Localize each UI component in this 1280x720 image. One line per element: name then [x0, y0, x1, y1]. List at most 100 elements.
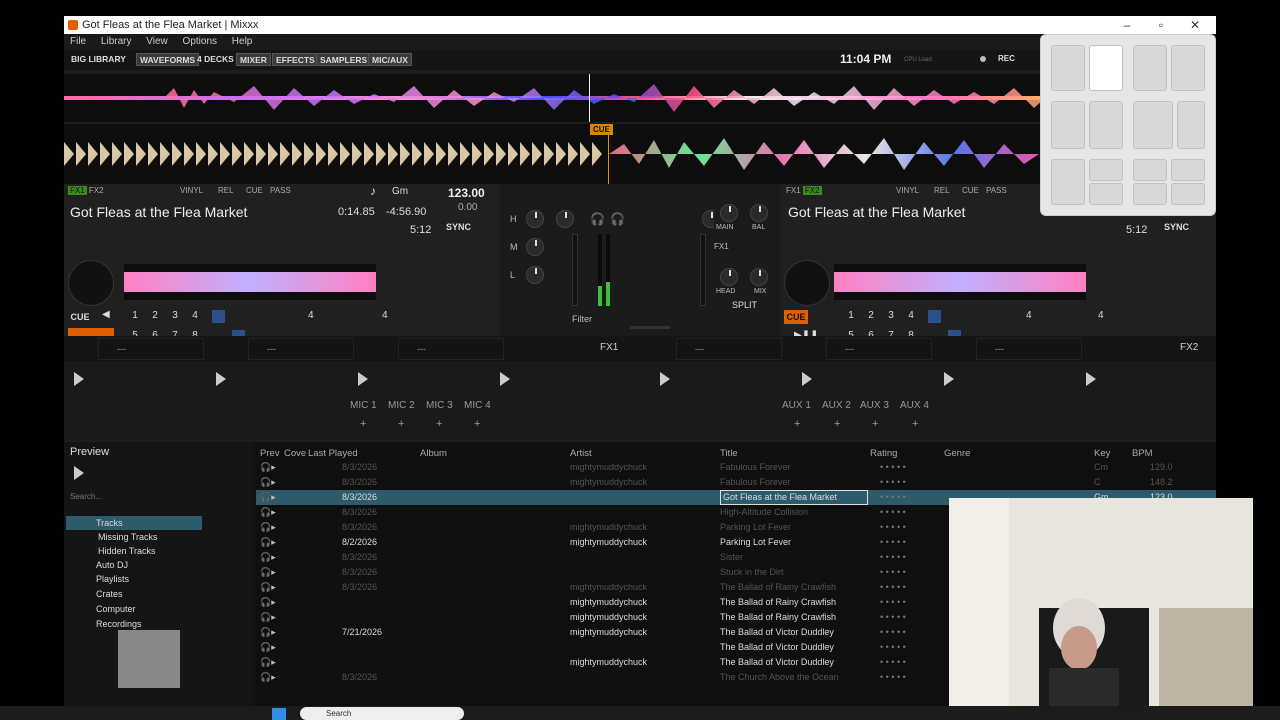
- col-rating[interactable]: Rating: [870, 448, 897, 459]
- tree-tracks[interactable]: Tracks: [96, 518, 123, 528]
- balance-knob[interactable]: [750, 204, 768, 222]
- snap-tile-8[interactable]: [1177, 101, 1205, 149]
- snap-tile-15[interactable]: [1171, 183, 1205, 205]
- fx1-slot2[interactable]: ---: [248, 338, 354, 360]
- snap-tile-4[interactable]: [1171, 45, 1205, 91]
- cell-rating[interactable]: • • • • •: [880, 670, 906, 685]
- cell-rating[interactable]: • • • • •: [880, 520, 906, 535]
- cell-rating[interactable]: • • • • •: [880, 505, 906, 520]
- cell-rating[interactable]: • • • • •: [880, 565, 906, 580]
- deck2-cue-mode-button[interactable]: CUE: [962, 186, 979, 195]
- col-prev[interactable]: Prev: [260, 448, 280, 459]
- preview-headphone-icon[interactable]: 🎧▸: [260, 580, 276, 595]
- snap-tile-3[interactable]: [1133, 45, 1167, 91]
- preview-headphone-icon[interactable]: 🎧▸: [260, 625, 276, 640]
- preview-headphone-icon[interactable]: 🎧▸: [260, 595, 276, 610]
- minimize-button[interactable]: –: [1110, 16, 1144, 34]
- close-button[interactable]: ✕: [1178, 16, 1212, 34]
- deck2-fx1-toggle[interactable]: FX1: [786, 186, 801, 195]
- col-artist[interactable]: Artist: [570, 448, 592, 459]
- col-album[interactable]: Album: [420, 448, 447, 459]
- mixer-toggle[interactable]: MIXER: [236, 53, 271, 66]
- waveforms-toggle[interactable]: WAVEFORMS: [136, 53, 200, 66]
- tree-crates[interactable]: Crates: [96, 589, 123, 599]
- tree-auto-dj[interactable]: Auto DJ: [96, 560, 128, 570]
- deck2-volume-fader[interactable]: [700, 234, 706, 306]
- deck1-hotcue-2[interactable]: 2: [148, 310, 162, 321]
- snap-tile-13[interactable]: [1171, 159, 1205, 181]
- deck1-fx2-toggle[interactable]: FX2: [89, 186, 104, 195]
- sampler6-play-icon[interactable]: [802, 372, 812, 386]
- mic2-add-icon[interactable]: +: [398, 418, 404, 430]
- tree-hidden-tracks[interactable]: Hidden Tracks: [98, 546, 156, 556]
- preview-play-icon[interactable]: [74, 466, 84, 480]
- snap-tile-11[interactable]: [1089, 183, 1123, 205]
- crossfader[interactable]: [630, 326, 670, 329]
- preview-headphone-icon[interactable]: 🎧▸: [260, 670, 276, 685]
- deck1-vinyl-button[interactable]: VINYL: [180, 186, 203, 195]
- main-gain-knob[interactable]: [720, 204, 738, 222]
- table-row[interactable]: 🎧▸ 8/3/2026 mightymuddychuck Fabulous Forev…: [256, 475, 1216, 490]
- preview-headphone-icon[interactable]: 🎧▸: [260, 520, 276, 535]
- preview-headphone-icon[interactable]: 🎧▸: [260, 610, 276, 625]
- deck1-hotcue-3[interactable]: 3: [168, 310, 182, 321]
- deck1-hotcue-1[interactable]: 1: [128, 310, 142, 321]
- preview-headphone-icon[interactable]: 🎧▸: [260, 505, 276, 520]
- sampler4-play-icon[interactable]: [500, 372, 510, 386]
- menu-options[interactable]: Options: [183, 34, 217, 50]
- col-title[interactable]: Title: [720, 448, 738, 459]
- maximize-button[interactable]: ▫: [1144, 16, 1178, 34]
- deck1-pass-button[interactable]: PASS: [270, 186, 291, 195]
- start-icon[interactable]: [272, 708, 286, 720]
- deck1-cue-mode-button[interactable]: CUE: [246, 186, 263, 195]
- mic-aux-toggle[interactable]: MIC/AUX: [368, 53, 412, 66]
- aux3-add-icon[interactable]: +: [872, 418, 878, 430]
- deck2-vinyl-spinner[interactable]: [784, 260, 830, 306]
- col-cover[interactable]: Cove: [284, 448, 306, 459]
- deck1-sync-button[interactable]: SYNC: [446, 222, 471, 232]
- sampler7-play-icon[interactable]: [944, 372, 954, 386]
- mic4-add-icon[interactable]: +: [474, 418, 480, 430]
- preview-headphone-icon[interactable]: 🎧▸: [260, 550, 276, 565]
- preview-headphone-icon[interactable]: 🎧▸: [260, 565, 276, 580]
- fx1-slot1[interactable]: ---: [98, 338, 204, 360]
- deck2-hotcue-2[interactable]: 2: [864, 310, 878, 321]
- deck1-key[interactable]: Gm: [392, 186, 408, 197]
- col-genre[interactable]: Genre: [944, 448, 970, 459]
- cell-rating[interactable]: • • • • •: [880, 460, 906, 475]
- big-library-toggle[interactable]: BIG LIBRARY: [68, 53, 129, 66]
- snap-tile-6[interactable]: [1089, 101, 1123, 149]
- fx2-slot3[interactable]: ---: [976, 338, 1082, 360]
- snap-tile-5[interactable]: [1051, 101, 1085, 149]
- deck2-hotcue-3[interactable]: 3: [884, 310, 898, 321]
- head-gain-knob[interactable]: [720, 268, 738, 286]
- sampler2-play-icon[interactable]: [216, 372, 226, 386]
- deck1-beatjump-size[interactable]: 4: [382, 310, 388, 321]
- deck2-beatjump-size[interactable]: 4: [1098, 310, 1104, 321]
- deck1-fx1-toggle[interactable]: FX1: [68, 186, 87, 195]
- col-key[interactable]: Key: [1094, 448, 1110, 459]
- split-button[interactable]: SPLIT: [732, 300, 757, 310]
- deck2-rel-button[interactable]: REL: [934, 186, 950, 195]
- snap-tile-2[interactable]: [1089, 45, 1123, 91]
- aux1-add-icon[interactable]: +: [794, 418, 800, 430]
- deck2-loop-size[interactable]: 4: [1026, 310, 1032, 321]
- deck1-vinyl-spinner[interactable]: [68, 260, 114, 306]
- deck2-cue-button[interactable]: CUE: [784, 310, 808, 324]
- snap-tile-7[interactable]: [1133, 101, 1173, 149]
- deck1-gain-knob[interactable]: [556, 210, 574, 228]
- fx2-slot2[interactable]: ---: [826, 338, 932, 360]
- preview-headphone-icon[interactable]: 🎧▸: [260, 535, 276, 550]
- cell-rating[interactable]: • • • • •: [880, 610, 906, 625]
- mic3-add-icon[interactable]: +: [436, 418, 442, 430]
- snap-tile-14[interactable]: [1133, 183, 1167, 205]
- samplers-toggle[interactable]: SAMPLERS: [316, 53, 372, 66]
- sampler3-play-icon[interactable]: [358, 372, 368, 386]
- snap-tile-10[interactable]: [1089, 159, 1123, 181]
- aux4-add-icon[interactable]: +: [912, 418, 918, 430]
- cell-rating[interactable]: • • • • •: [880, 595, 906, 610]
- deck1-hotcue-4[interactable]: 4: [188, 310, 202, 321]
- deck1-volume-fader[interactable]: [572, 234, 578, 306]
- preview-headphone-icon[interactable]: 🎧▸: [260, 475, 276, 490]
- fx1-slot3[interactable]: ---: [398, 338, 504, 360]
